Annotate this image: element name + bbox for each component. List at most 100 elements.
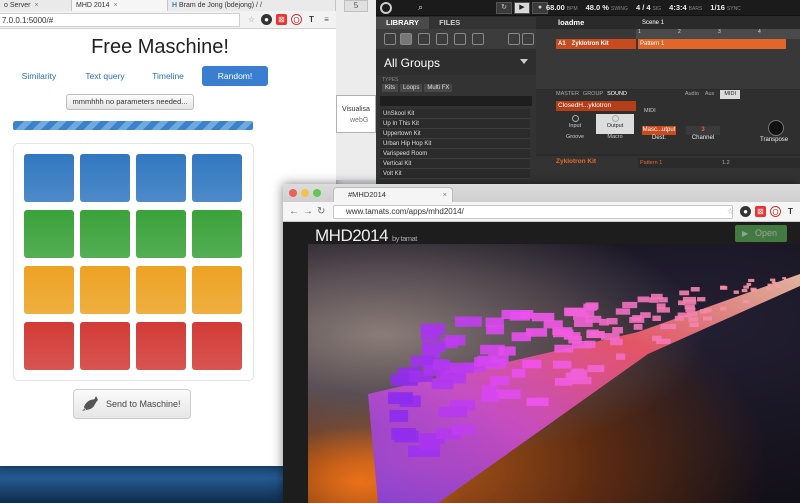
timeline-ruler[interactable]: 1 2 3 4 — [636, 29, 800, 39]
library-search-input[interactable] — [380, 96, 532, 106]
extension-icon[interactable]: ● — [740, 206, 751, 217]
list-item[interactable]: Volt Kit — [380, 169, 530, 179]
t-extension-icon[interactable]: T — [785, 206, 796, 217]
tab-library[interactable]: LIBRARY — [376, 17, 430, 29]
type-kits[interactable]: Kits — [382, 84, 399, 92]
tab-files[interactable]: FILES — [429, 17, 470, 29]
pad-button[interactable] — [80, 210, 130, 258]
list-item[interactable]: Urban Hip Hop Kit — [380, 139, 530, 149]
pad-button[interactable] — [24, 154, 74, 202]
macro-button[interactable]: Macro — [596, 134, 634, 154]
param-transpose[interactable]: Transpose — [760, 137, 788, 143]
extension-red-icon[interactable]: ⊠ — [755, 206, 766, 217]
pad-button[interactable] — [136, 210, 186, 258]
list-item[interactable]: Varispeed Room — [380, 149, 530, 159]
pad-button[interactable] — [24, 210, 74, 258]
pattern-bar[interactable]: Pattern 1 1.2 — [638, 158, 800, 168]
type-multi-fx[interactable]: Multi FX — [424, 84, 453, 92]
nav-random[interactable]: Random! — [202, 66, 268, 86]
nav-text-query[interactable]: Text query — [68, 66, 142, 86]
type-loops[interactable]: Loops — [400, 84, 423, 92]
menu-icon[interactable]: ≡ — [321, 14, 332, 25]
opera-icon[interactable]: O — [770, 206, 781, 217]
extension-icon[interactable]: ● — [261, 14, 272, 25]
pad-button[interactable] — [136, 154, 186, 202]
tab-github[interactable]: H Bram de Jong (bdejong) / / — [168, 0, 336, 11]
pad-button[interactable] — [192, 154, 242, 202]
nav-timeline[interactable]: Timeline — [142, 66, 194, 86]
t-extension-icon[interactable]: T — [306, 14, 317, 25]
pad-button[interactable] — [136, 266, 186, 314]
tab-midi[interactable]: MIDI — [720, 90, 740, 99]
pad-button[interactable] — [80, 154, 130, 202]
pad-button[interactable] — [192, 322, 242, 370]
all-groups-dropdown[interactable]: All Groups — [376, 49, 536, 75]
signature-readout[interactable]: 4 / 4 SIG — [636, 3, 661, 12]
grid-icon[interactable] — [522, 33, 534, 45]
pad-button[interactable] — [80, 322, 130, 370]
pad-button[interactable] — [24, 322, 74, 370]
star-icon[interactable]: ☆ — [725, 206, 736, 217]
play-icon[interactable]: ▶ — [514, 2, 530, 14]
scene-label[interactable]: Scene 1 — [642, 17, 664, 29]
group-icon[interactable] — [384, 33, 396, 45]
restart-icon[interactable]: ↻ — [496, 2, 512, 14]
tab-mhd2014-page[interactable]: #MHD2014 × — [333, 187, 453, 202]
middle-tab[interactable]: 5 — [344, 0, 368, 12]
param-channel[interactable]: 3 Channel — [686, 126, 720, 141]
pattern-clip[interactable]: Pattern 1 — [638, 39, 786, 49]
groove-button[interactable]: Groove — [556, 134, 594, 154]
instrument-icon[interactable] — [418, 33, 430, 45]
input-button[interactable]: Input — [556, 114, 594, 134]
back-icon[interactable]: ← — [289, 206, 299, 217]
pad-button[interactable] — [192, 266, 242, 314]
tab-sound[interactable]: SOUND — [607, 90, 627, 99]
effect-icon[interactable] — [436, 33, 448, 45]
mhd-url-field[interactable]: www.tamats.com/apps/mhd2014/ — [333, 205, 733, 219]
list-item[interactable]: Vertical Kit — [380, 159, 530, 169]
pad-button[interactable] — [136, 322, 186, 370]
tempo-readout[interactable]: 68.00 BPM — [546, 3, 578, 12]
list-item[interactable]: UnSkool Kit — [380, 109, 530, 119]
close-icon[interactable]: × — [113, 2, 117, 9]
nav-similarity[interactable]: Similarity — [10, 66, 68, 86]
sound-name[interactable]: ClosedH...yklotron — [556, 101, 636, 111]
swing-readout[interactable]: 48.0 % SWING — [586, 3, 628, 12]
pad-button[interactable] — [192, 210, 242, 258]
kit-name[interactable]: Zyklotron Kit — [556, 158, 636, 168]
tab-aux[interactable]: Aux — [705, 90, 714, 99]
close-icon[interactable]: × — [34, 2, 38, 9]
opera-icon[interactable]: O — [291, 14, 302, 25]
list-item[interactable]: Uppertown Kit — [380, 129, 530, 139]
visualization-canvas[interactable] — [308, 244, 800, 503]
forward-icon[interactable]: → — [303, 206, 313, 217]
extension-red-icon[interactable]: ⊠ — [276, 14, 287, 25]
user-icon[interactable] — [508, 33, 520, 45]
loop-icon[interactable] — [454, 33, 466, 45]
close-icon[interactable]: × — [443, 188, 447, 202]
output-button[interactable]: Output — [596, 114, 634, 134]
reload-icon[interactable]: ↻ — [317, 206, 325, 217]
close-window-icon[interactable] — [289, 189, 297, 197]
param-dest[interactable]: Masc...utput Dest. — [642, 126, 676, 141]
send-to-maschine-button[interactable]: Send to Maschine! — [73, 389, 191, 419]
list-item[interactable]: Up In This Kit — [380, 119, 530, 129]
transpose-knob[interactable] — [768, 120, 784, 136]
pad-button[interactable] — [80, 266, 130, 314]
tab-server[interactable]: o Server × — [0, 0, 72, 11]
sample-icon[interactable] — [472, 33, 484, 45]
maschine-logo-icon[interactable] — [380, 2, 392, 14]
tab-mhd2014[interactable]: MHD 2014 × — [72, 0, 168, 11]
minimize-window-icon[interactable] — [301, 189, 309, 197]
search-icon[interactable]: ⌕ — [418, 2, 423, 13]
open-button[interactable]: Open — [735, 225, 787, 242]
pad-button[interactable] — [24, 266, 74, 314]
group-slot-a1[interactable]: A1 Zyklotron Kit — [556, 39, 636, 49]
grid-readout[interactable]: 1/16 SYNC — [710, 3, 741, 12]
sound-icon[interactable] — [400, 33, 412, 45]
tab-audio[interactable]: Audio — [685, 90, 699, 99]
star-icon[interactable]: ☆ — [246, 14, 257, 25]
tab-master[interactable]: MASTER — [556, 90, 579, 99]
no-params-button[interactable]: mmmhhh no parameters needed... — [66, 94, 194, 110]
tab-group[interactable]: GROUP — [583, 90, 603, 99]
